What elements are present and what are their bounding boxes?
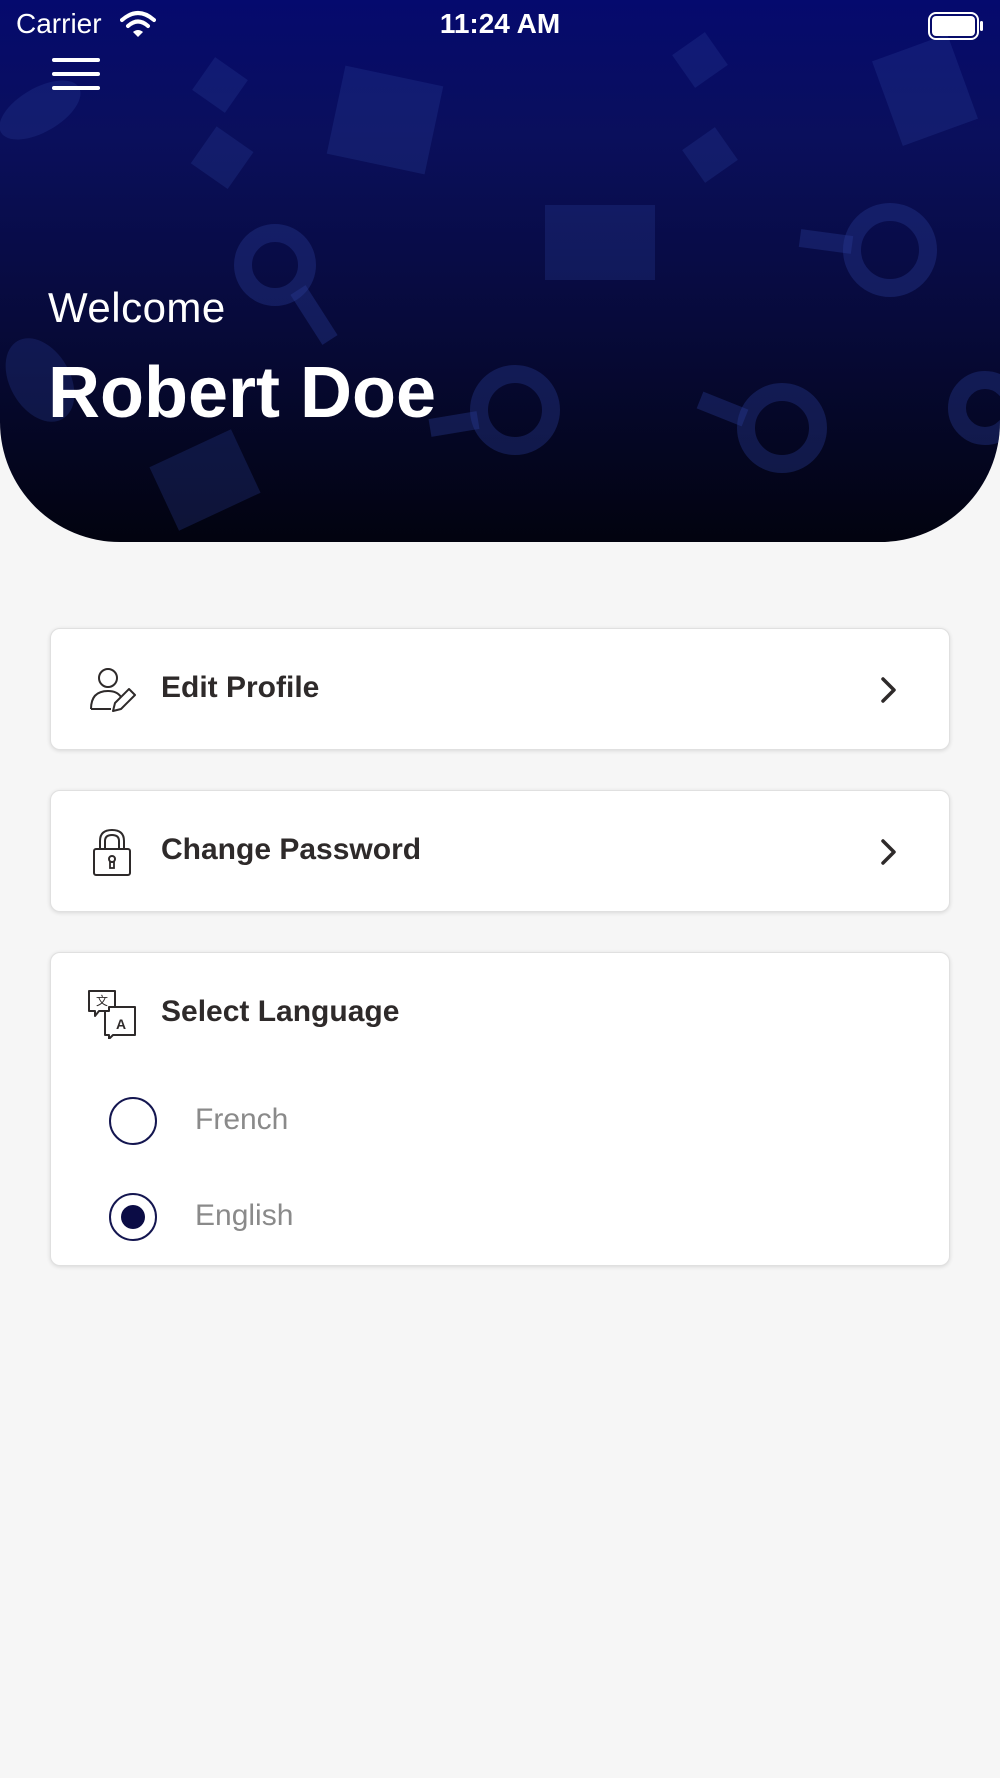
header-pattern (0, 32, 1000, 531)
chevron-right-icon (881, 839, 896, 865)
translate-icon: 文 A (88, 990, 136, 1039)
change-password-button[interactable]: Change Password (50, 790, 950, 912)
chevron-right-icon (881, 677, 896, 703)
padlock-icon (93, 828, 131, 876)
edit-profile-button[interactable]: Edit Profile (50, 628, 950, 750)
user-name: Robert Doe (48, 353, 437, 433)
language-title: Select Language (161, 995, 400, 1028)
profile-header: Carrier 11:24 AM Welcome Robert Doe (0, 0, 1000, 542)
radio-selected-dot (121, 1205, 145, 1229)
language-card: 文 A Select Language French English (50, 952, 950, 1266)
radio-button-selected[interactable] (109, 1193, 157, 1241)
svg-text:文: 文 (96, 993, 108, 1008)
edit-profile-label: Edit Profile (161, 671, 320, 704)
user-edit-icon (90, 668, 136, 712)
svg-text:A: A (116, 1016, 126, 1032)
change-password-label: Change Password (161, 833, 422, 866)
battery-icon (928, 12, 983, 40)
welcome-label: Welcome (48, 284, 226, 331)
status-time: 11:24 AM (439, 8, 561, 39)
language-label-french: French (195, 1103, 289, 1136)
language-label-english: English (195, 1199, 294, 1232)
status-bar: Carrier 11:24 AM (0, 0, 1000, 50)
radio-button[interactable] (109, 1097, 157, 1145)
hamburger-icon[interactable] (52, 58, 106, 98)
